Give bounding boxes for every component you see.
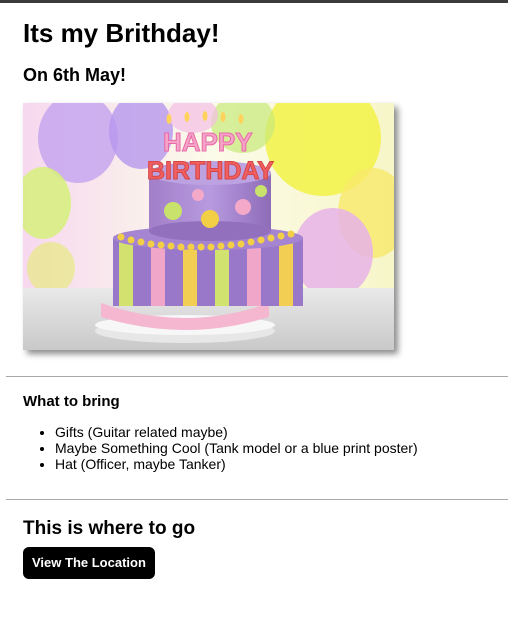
what-to-bring-heading: What to bring bbox=[23, 393, 120, 410]
cake-illustration: HAPPY BIRTHDAY bbox=[23, 103, 394, 350]
location-heading: This is where to go bbox=[23, 518, 196, 539]
section-divider-top bbox=[6, 376, 508, 377]
list-item: Gifts (Guitar related maybe) bbox=[55, 424, 418, 440]
candle-text-line2: BIRTHDAY bbox=[147, 157, 274, 185]
top-border bbox=[0, 0, 508, 3]
page-title: Its my Brithday! bbox=[23, 18, 220, 48]
birthday-cake-image: HAPPY BIRTHDAY bbox=[23, 103, 394, 350]
candle-text-line1: HAPPY bbox=[163, 127, 253, 157]
list-item: Maybe Something Cool (Tank model or a bl… bbox=[55, 440, 418, 456]
page-subtitle: On 6th May! bbox=[23, 65, 127, 85]
view-location-button[interactable]: View The Location bbox=[23, 547, 155, 579]
list-item: Hat (Officer, maybe Tanker) bbox=[55, 456, 418, 472]
section-divider-bottom bbox=[6, 499, 508, 500]
bring-list: Gifts (Guitar related maybe) Maybe Somet… bbox=[23, 424, 418, 472]
